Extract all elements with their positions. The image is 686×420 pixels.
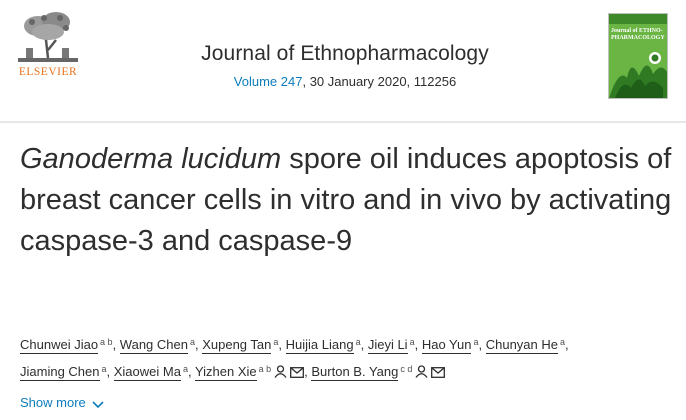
author-item[interactable]: Chunwei Jiao a b (20, 337, 113, 354)
elsevier-tree-icon (18, 10, 78, 62)
author-name[interactable]: Yizhen Xie (194, 364, 257, 381)
article-title-italic: Ganoderma lucidum (20, 143, 282, 175)
author-affiliation: a (355, 337, 361, 347)
author-name[interactable]: Hao Yun (421, 337, 472, 354)
journal-title[interactable]: Journal of Ethnopharmacology (150, 42, 540, 66)
author-affiliation: a (273, 337, 279, 347)
author-item[interactable]: Wang Chen a (119, 337, 195, 354)
author-affiliation: a (182, 364, 188, 374)
author-name[interactable]: Xupeng Tan (202, 337, 272, 354)
volume-link[interactable]: Volume 247 (234, 74, 303, 89)
author-name[interactable]: Burton B. Yang (311, 364, 399, 381)
author-item[interactable]: Hao Yun a (421, 337, 479, 354)
show-more-label[interactable]: Show more (20, 395, 86, 410)
author-affiliation: a (560, 337, 566, 347)
journal-header: ELSEVIER Journal of Ethnopharmacology Vo… (0, 0, 686, 123)
author-item[interactable]: Xupeng Tan a (202, 337, 279, 354)
elsevier-logo[interactable]: ELSEVIER (14, 10, 82, 80)
author-affiliation: a (409, 337, 415, 347)
envelope-icon[interactable] (290, 362, 305, 386)
author-affiliation: a b (258, 364, 272, 374)
author-affiliation: a (189, 337, 195, 347)
author-name[interactable]: Jiaming Chen (20, 364, 100, 381)
journal-cover-thumbnail[interactable]: Journal of ETHNO- PHARMACOLOGY (608, 13, 668, 99)
envelope-icon[interactable] (431, 362, 446, 386)
author-name[interactable]: Jieyi Li (367, 337, 408, 354)
journal-meta: Volume 247, 30 January 2020, 112256 (150, 74, 540, 89)
header-divider (0, 121, 686, 123)
author-affiliation: a (473, 337, 479, 347)
author-name[interactable]: Chunwei Jiao (20, 337, 99, 354)
author-affiliation: c d (400, 364, 413, 374)
author-item[interactable]: Xiaowei Ma a (113, 364, 188, 381)
person-icon[interactable] (415, 362, 428, 386)
author-name[interactable]: Chunyan He (485, 337, 558, 354)
author-item[interactable]: Chunyan He a (485, 337, 566, 354)
author-item[interactable]: Burton B. Yang c d (311, 364, 446, 381)
author-item[interactable]: Jieyi Li a (367, 337, 415, 354)
cover-plant-icon (609, 52, 667, 98)
author-item[interactable]: Huijia Liang a (285, 337, 361, 354)
author-item[interactable]: Yizhen Xie a b (194, 364, 305, 381)
article-title: Ganoderma lucidum spore oil induces apop… (20, 139, 680, 262)
issue-details: , 30 January 2020, 112256 (302, 74, 457, 89)
publisher-name: ELSEVIER (18, 66, 78, 78)
author-item[interactable]: Jiaming Chen a (20, 364, 107, 381)
author-affiliation: a b (100, 337, 113, 347)
cover-title: Journal of ETHNO- PHARMACOLOGY (611, 28, 665, 41)
author-affiliation: a (101, 364, 107, 374)
show-more-button[interactable]: Show more (20, 395, 104, 410)
chevron-down-icon[interactable] (92, 401, 104, 409)
cover-band (609, 14, 667, 24)
author-name[interactable]: Wang Chen (119, 337, 188, 354)
author-name[interactable]: Xiaowei Ma (113, 364, 181, 381)
person-icon[interactable] (274, 362, 287, 386)
author-list: Chunwei Jiao a b, Wang Chen a, Xupeng Tan a… (20, 330, 670, 386)
author-name[interactable]: Huijia Liang (285, 337, 354, 354)
